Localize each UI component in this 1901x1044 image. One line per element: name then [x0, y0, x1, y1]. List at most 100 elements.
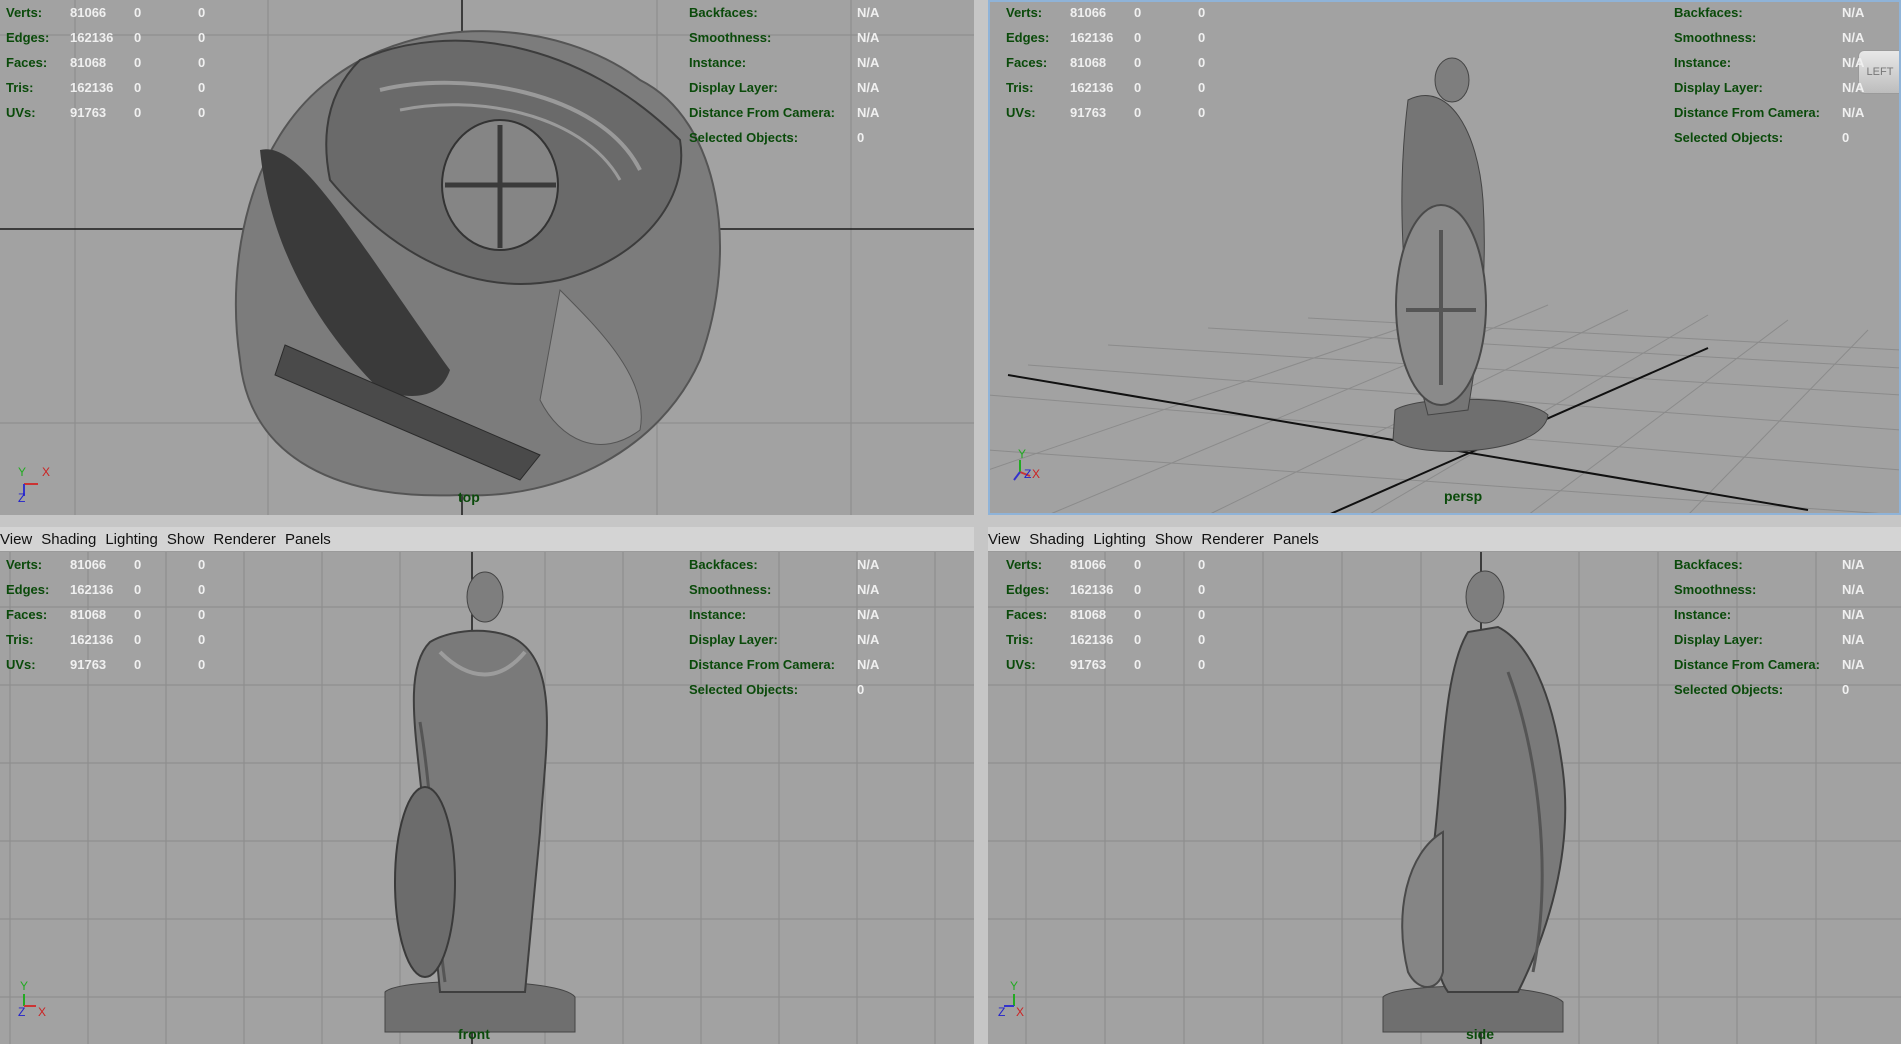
- hud-detail-label: Instance:: [689, 607, 747, 622]
- hud-stat-lbl: Verts:: [1006, 557, 1043, 572]
- hud-detail-row: Distance From Camera: N/A: [689, 100, 879, 125]
- hud-stat-v2: 0: [134, 557, 142, 572]
- hud-stat-lbl: Edges:: [1006, 30, 1050, 45]
- menu-shading[interactable]: Shading: [41, 531, 105, 548]
- hud-detail-row: Instance: N/A: [1674, 50, 1864, 75]
- hud-stat-row: Verts: 81066 0 0: [1006, 0, 1238, 25]
- svg-text:Z: Z: [18, 1005, 25, 1016]
- hud-stat-v1: 162136: [70, 30, 114, 45]
- hud-stat-v1: 81066: [70, 5, 107, 20]
- menu-lighting[interactable]: Lighting: [105, 531, 167, 548]
- axis-gizmo-top: X Y Z: [18, 465, 50, 502]
- hud-stat-v2: 0: [134, 607, 142, 622]
- hud-detail-label: Selected Objects:: [1674, 130, 1784, 145]
- menu-show[interactable]: Show: [167, 531, 214, 548]
- hud-object-details-top: Backfaces: N/A Smoothness: N/A Instance: N/A D…: [689, 0, 879, 150]
- menu-panels[interactable]: Panels: [285, 531, 340, 548]
- hud-stat-row: Faces: 81068 0 0: [1006, 50, 1238, 75]
- hud-stat-v2: 0: [1134, 607, 1142, 622]
- hud-detail-row: Smoothness: N/A: [1674, 25, 1864, 50]
- hud-stat-v1: 162136: [70, 80, 114, 95]
- hud-detail-row: Display Layer: N/A: [1674, 75, 1864, 100]
- hud-stat-lbl: Faces:: [1006, 55, 1048, 70]
- hud-stat-lbl: Faces:: [1006, 607, 1048, 622]
- hud-detail-row: Backfaces: N/A: [689, 0, 879, 25]
- hud-detail-value: N/A: [857, 80, 880, 95]
- axis-gizmo-side: Y Z X: [998, 979, 1024, 1016]
- svg-text:X: X: [38, 1005, 46, 1016]
- hud-stat-lbl: Edges:: [1006, 582, 1050, 597]
- hud-stat-lbl: Faces:: [6, 607, 48, 622]
- hud-detail-row: Selected Objects: 0: [689, 677, 879, 702]
- hud-detail-value: N/A: [857, 105, 880, 120]
- hud-detail-row: Selected Objects: 0: [689, 125, 879, 150]
- hud-stat-v3: 0: [198, 582, 206, 597]
- hud-stat-v1: 81068: [1070, 55, 1107, 70]
- hud-stat-v1: 81066: [70, 557, 107, 572]
- menu-shading[interactable]: Shading: [1029, 531, 1093, 548]
- hud-stat-v2: 0: [1134, 105, 1142, 120]
- hud-detail-value: N/A: [1842, 30, 1865, 45]
- hud-stat-v3: 0: [198, 657, 206, 672]
- hud-stat-v1: 162136: [1070, 632, 1114, 647]
- camera-label-side: side: [1466, 1026, 1495, 1042]
- hud-stat-v3: 0: [198, 30, 206, 45]
- hud-object-details-side: Backfaces: N/A Smoothness: N/A Instance: N/A D…: [1674, 552, 1864, 702]
- hud-stat-v2: 0: [1134, 5, 1142, 20]
- axis-gizmo-front: Y Z X: [18, 979, 46, 1016]
- hud-detail-label: Distance From Camera:: [689, 105, 835, 120]
- hud-poly-count-persp: Verts: 81066 0 0 Edges: 162136 0 0 Faces: 81068 0 0…: [1006, 0, 1238, 125]
- hud-stat-lbl: Faces:: [6, 55, 48, 70]
- menu-view[interactable]: View: [0, 531, 41, 548]
- hud-detail-label: Selected Objects:: [689, 130, 799, 145]
- svg-text:Z: Z: [1024, 467, 1031, 481]
- hud-stat-v2: 0: [1134, 30, 1142, 45]
- hud-stat-v2: 0: [1134, 582, 1142, 597]
- hud-detail-row: Smoothness: N/A: [689, 577, 879, 602]
- hud-stat-v3: 0: [1198, 30, 1206, 45]
- hud-stat-v2: 0: [134, 582, 142, 597]
- hud-detail-label: Smoothness:: [1674, 30, 1757, 45]
- hud-detail-row: Display Layer: N/A: [689, 627, 879, 652]
- menu-renderer[interactable]: Renderer: [213, 531, 285, 548]
- menu-show[interactable]: Show: [1155, 531, 1202, 548]
- hud-detail-label: Smoothness:: [1674, 582, 1757, 597]
- hud-stat-row: Verts: 81066 0 0: [1006, 552, 1238, 577]
- hud-detail-value: N/A: [857, 607, 880, 622]
- hud-stat-lbl: Tris:: [1006, 632, 1034, 647]
- hud-stat-v2: 0: [1134, 557, 1142, 572]
- menu-panels[interactable]: Panels: [1273, 531, 1328, 548]
- hud-stat-v1: 162136: [70, 582, 114, 597]
- hud-stat-row: Tris: 162136 0 0: [1006, 75, 1238, 100]
- hud-stat-v3: 0: [1198, 657, 1206, 672]
- hud-detail-row: Backfaces: N/A: [1674, 552, 1864, 577]
- menu-lighting[interactable]: Lighting: [1093, 531, 1155, 548]
- svg-text:Z: Z: [998, 1005, 1005, 1016]
- hud-stat-row: Tris: 162136 0 0: [6, 75, 238, 100]
- hud-detail-label: Backfaces:: [1674, 557, 1743, 572]
- hud-detail-row: Distance From Camera: N/A: [1674, 652, 1864, 677]
- hud-stat-lbl: UVs:: [6, 105, 36, 120]
- hud-stat-v2: 0: [1134, 657, 1142, 672]
- view-cube[interactable]: LEFT: [1858, 50, 1901, 94]
- hud-stat-v2: 0: [134, 5, 142, 20]
- hud-detail-value: N/A: [1842, 632, 1865, 647]
- hud-stat-v1: 81066: [1070, 5, 1107, 20]
- hud-stat-lbl: UVs:: [6, 657, 36, 672]
- hud-detail-label: Instance:: [689, 55, 747, 70]
- svg-text:X: X: [1016, 1005, 1024, 1016]
- hud-stat-row: UVs: 91763 0 0: [6, 652, 238, 677]
- hud-detail-row: Instance: N/A: [689, 602, 879, 627]
- svg-text:Y: Y: [1010, 979, 1018, 993]
- menu-renderer[interactable]: Renderer: [1201, 531, 1273, 548]
- hud-detail-value: 0: [1842, 130, 1850, 145]
- hud-stat-row: Faces: 81068 0 0: [6, 602, 238, 627]
- hud-stat-lbl: UVs:: [1006, 657, 1036, 672]
- pane-divider-horizontal[interactable]: [0, 515, 1901, 527]
- hud-object-details-front: Backfaces: N/A Smoothness: N/A Instance: N/A D…: [689, 552, 879, 702]
- menu-view[interactable]: View: [988, 531, 1029, 548]
- hud-object-details-persp: Backfaces: N/A Smoothness: N/A Instance: N/A D…: [1674, 0, 1864, 150]
- hud-detail-value: N/A: [1842, 55, 1865, 70]
- hud-poly-count-front: Verts: 81066 0 0 Edges: 162136 0 0 Faces: 81068 0 0…: [6, 552, 238, 677]
- hud-poly-count-side: Verts: 81066 0 0 Edges: 162136 0 0 Faces: 81068 0 0…: [1006, 552, 1238, 677]
